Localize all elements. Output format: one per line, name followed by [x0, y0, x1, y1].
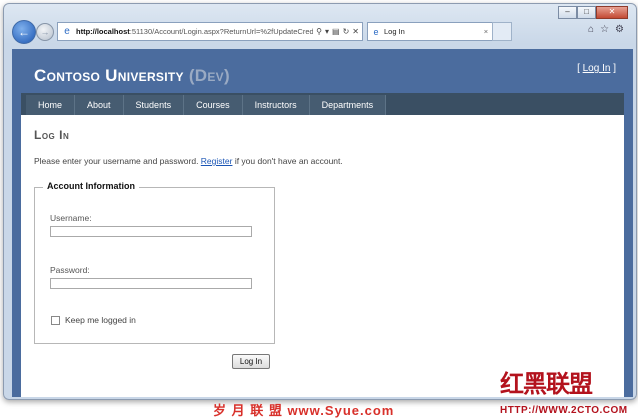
tab-close-icon[interactable]: × — [480, 27, 492, 36]
nav-menu: Home About Students Courses Instructors … — [21, 93, 624, 115]
site-header: Contoso University (Dev) [ Log In ] — [21, 56, 624, 93]
stop-icon[interactable]: ✕ — [352, 27, 359, 36]
remember-me-label: Keep me logged in — [65, 315, 136, 325]
watermark-url: HTTP://WWW.2CTO.COM — [500, 405, 628, 416]
remember-me-checkbox[interactable] — [51, 316, 60, 325]
menu-item-about[interactable]: About — [75, 95, 124, 115]
ie-page-icon: e — [64, 25, 70, 37]
forward-button[interactable]: → — [36, 23, 54, 41]
menu-item-home[interactable]: Home — [26, 95, 76, 115]
password-field[interactable] — [50, 278, 252, 289]
main-content: Log In Please enter your username and pa… — [34, 128, 614, 166]
header-login-link[interactable]: Log In — [583, 63, 611, 74]
menu-item-instructors[interactable]: Instructors — [242, 95, 310, 115]
tab-title: Log In — [384, 27, 405, 36]
menu-item-students[interactable]: Students — [123, 95, 185, 115]
url-path: :51130/Account/Login.aspx?ReturnUrl=%2fU… — [129, 27, 314, 36]
back-button[interactable]: ← — [12, 20, 36, 44]
login-status: [ Log In ] — [577, 63, 616, 74]
watermark-left-text: 岁 月 联 盟 www.Syue.com — [213, 403, 395, 418]
back-arrow-icon: ← — [18, 25, 30, 39]
browser-toolbar: ← → e http://localhost:51130/Account/Log… — [10, 19, 630, 47]
password-label: Password: — [50, 265, 90, 275]
web-page: Contoso University (Dev) [ Log In ] Home… — [21, 56, 624, 397]
site-title-dev: (Dev) — [188, 66, 230, 85]
close-window-button[interactable]: ✕ — [596, 6, 628, 19]
login-bracket-open: [ — [577, 63, 580, 74]
username-field[interactable] — [50, 226, 252, 237]
intro-text-after: if you don't have an account. — [232, 156, 343, 166]
menu-item-courses[interactable]: Courses — [184, 95, 243, 115]
dropdown-icon[interactable]: ▾ — [325, 27, 329, 36]
new-tab-button[interactable] — [492, 22, 512, 41]
page-viewport: Contoso University (Dev) [ Log In ] Home… — [12, 49, 633, 397]
url-host: http://localhost — [76, 27, 130, 36]
star-icon[interactable]: ☆ — [600, 24, 609, 35]
browser-right-tools: ⌂ ☆ ⚙ — [588, 24, 624, 35]
page-heading: Log In — [34, 128, 70, 142]
browser-tab[interactable]: e Log In × — [367, 22, 493, 41]
username-label: Username: — [50, 213, 92, 223]
window-controls: – □ ✕ — [558, 6, 628, 19]
menu-bar: Home About Students Courses Instructors … — [26, 95, 387, 115]
home-icon[interactable]: ⌂ — [588, 24, 594, 35]
forward-arrow-icon: → — [40, 27, 50, 37]
watermark-logo-text: 红黑联盟 — [500, 369, 593, 398]
url-text[interactable]: http://localhost:51130/Account/Login.asp… — [76, 27, 313, 36]
maximize-button[interactable]: □ — [577, 6, 596, 19]
login-button[interactable]: Log In — [232, 354, 270, 369]
gear-icon[interactable]: ⚙ — [615, 24, 624, 35]
login-bracket-close: ] — [613, 63, 616, 74]
login-instructions: Please enter your username and password.… — [34, 156, 343, 166]
search-icon[interactable]: ⚲ — [316, 27, 322, 36]
menu-item-departments[interactable]: Departments — [309, 95, 387, 115]
fieldset-legend: Account Information — [43, 181, 139, 191]
account-info-fieldset: Account Information Username: Password: … — [34, 181, 275, 344]
site-title-main: Contoso University — [34, 66, 184, 85]
compat-view-icon[interactable]: ▤ — [332, 27, 340, 36]
ie-tab-icon: e — [373, 26, 379, 37]
address-tools: ⚲ ▾ ▤ ↻ ✕ — [313, 27, 362, 36]
site-title: Contoso University (Dev) — [34, 66, 230, 86]
register-link[interactable]: Register — [201, 156, 233, 166]
address-bar[interactable]: e http://localhost:51130/Account/Login.a… — [57, 22, 363, 41]
intro-text-before: Please enter your username and password. — [34, 156, 201, 166]
refresh-icon[interactable]: ↻ — [343, 27, 350, 36]
browser-window: – □ ✕ ← → e http://localhost:51130/Accou… — [3, 3, 637, 400]
minimize-button[interactable]: – — [558, 6, 577, 19]
